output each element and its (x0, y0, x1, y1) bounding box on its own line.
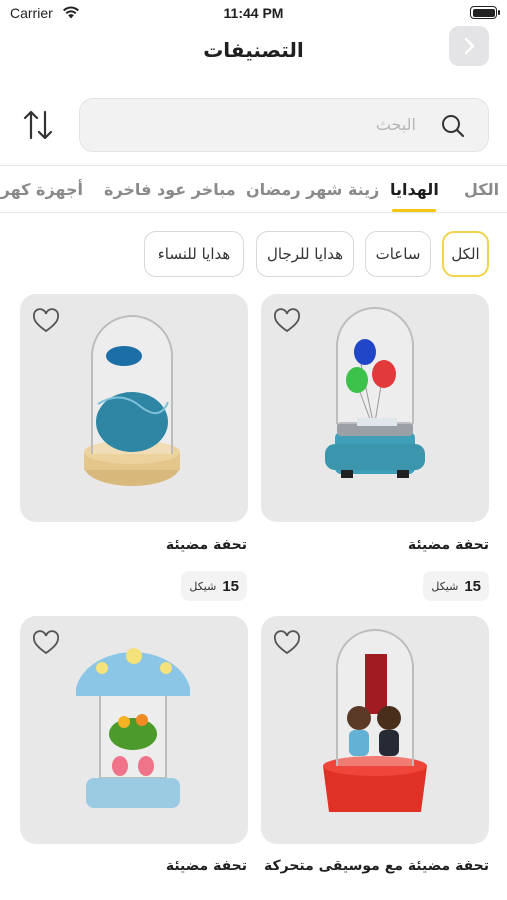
chip-all[interactable]: الكل (442, 231, 489, 277)
price-tag: 15 شيكل (181, 571, 247, 601)
chip-gifts-for-men[interactable]: هدايا للرجال (256, 231, 354, 277)
heart-icon[interactable] (273, 308, 301, 334)
product-image[interactable] (20, 294, 248, 522)
category-tabs: الكل الهدايا زينة شهر رمضان مباخر عود فا… (0, 168, 507, 212)
price-currency: شيكل (431, 579, 459, 593)
heart-icon[interactable] (32, 308, 60, 334)
divider (0, 212, 507, 213)
price-currency: شيكل (189, 579, 217, 593)
product-name: تحفة مضيئة (407, 537, 489, 553)
status-time: 11:44 PM (223, 5, 284, 21)
sort-icon[interactable] (22, 108, 54, 142)
heart-icon[interactable] (32, 630, 60, 656)
battery-icon (470, 6, 500, 19)
product-image[interactable] (20, 616, 248, 844)
product-name: تحفة مضيئة (165, 858, 247, 874)
tab-ramadan-decor[interactable]: زينة شهر رمضان (246, 180, 379, 199)
page-title: التصنيفات (203, 38, 304, 62)
chip-gifts-for-women[interactable]: هدايا للنساء (144, 231, 244, 277)
status-bar: Carrier 11:44 PM (0, 0, 507, 28)
tab-all[interactable]: الكل (464, 180, 499, 199)
chevron-right-icon (464, 37, 475, 55)
chip-watches[interactable]: ساعات (365, 231, 431, 277)
heart-icon[interactable] (273, 630, 301, 656)
tab-oud-burners[interactable]: مباخر عود فاخرة (104, 180, 236, 199)
search-placeholder: البحث (375, 115, 416, 134)
divider (0, 165, 507, 166)
search-field[interactable]: البحث (79, 98, 489, 152)
tab-electrical-appliances[interactable]: أجهزة كهربائية (0, 180, 83, 199)
price-value: 15 (464, 577, 481, 595)
back-button[interactable] (449, 26, 489, 66)
search-icon (442, 115, 465, 138)
product-name: تحفة مضيئة مع موسيقى متحركة (263, 858, 489, 874)
tab-gifts[interactable]: الهدايا (390, 180, 439, 199)
product-image[interactable] (261, 294, 489, 522)
price-tag: 15 شيكل (423, 571, 489, 601)
price-value: 15 (222, 577, 239, 595)
product-image[interactable] (261, 616, 489, 844)
product-name: تحفة مضيئة (165, 537, 247, 553)
